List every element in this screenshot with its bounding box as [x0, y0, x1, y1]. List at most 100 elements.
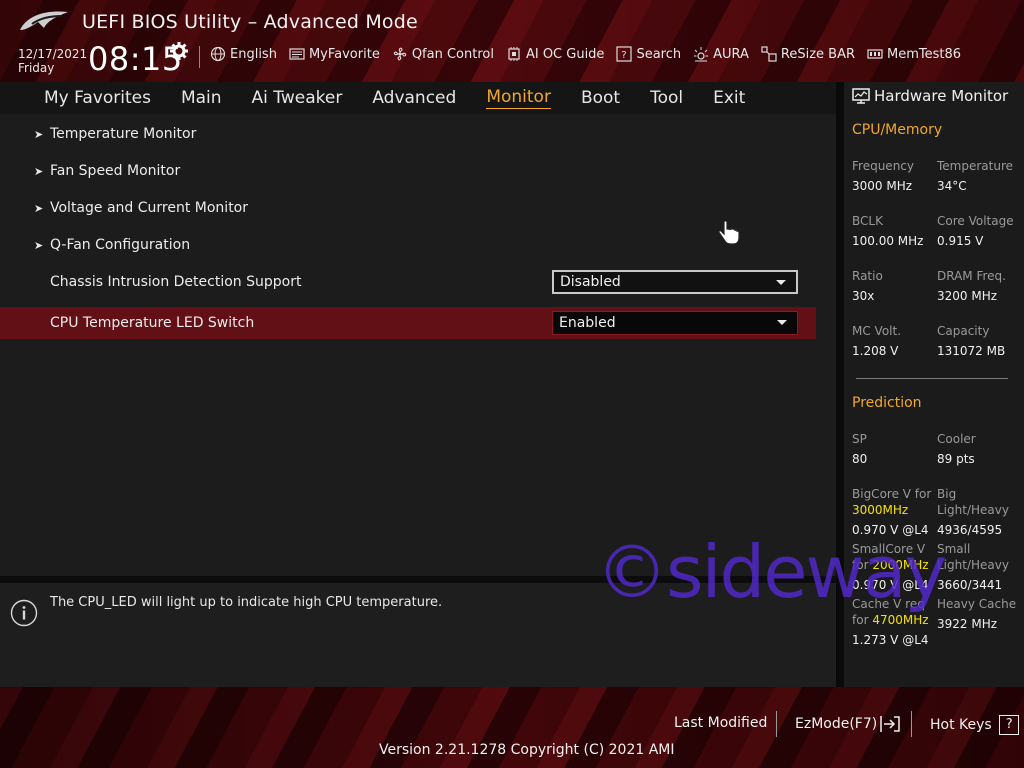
- hw-small-light-heavy: Small Light/Heavy 3660/3441: [937, 541, 1009, 593]
- hw-bclk: BCLK 100.00 MHz: [852, 213, 923, 249]
- hw-divider: [856, 378, 1008, 379]
- hw-value: 100.00 MHz: [852, 234, 924, 248]
- toolbar-aura[interactable]: AURA: [693, 46, 749, 62]
- submenu-fan-speed-monitor[interactable]: ➤ Fan Speed Monitor: [0, 155, 816, 187]
- submenu-temperature-monitor[interactable]: ➤ Temperature Monitor: [0, 118, 816, 150]
- submenu-arrow-icon: ➤: [34, 201, 44, 215]
- favorite-list-icon: [289, 48, 305, 60]
- hw-key: BigCore V for: [852, 487, 932, 501]
- hw-value: 3000 MHz: [852, 179, 913, 193]
- submenu-label: Fan Speed Monitor: [50, 163, 181, 179]
- toolbar-label: Search: [636, 46, 682, 62]
- hw-key: for: [852, 613, 869, 627]
- hw-freq-highlight: 4700MHz: [872, 613, 929, 627]
- submenu-label: Voltage and Current Monitor: [50, 200, 249, 216]
- help-divider: [0, 576, 838, 583]
- hardware-monitor-label: Hardware Monitor: [874, 87, 1009, 105]
- toolbar-label: English: [230, 46, 277, 62]
- hw-key: SP: [852, 432, 867, 446]
- hw-key: Small: [937, 542, 971, 556]
- toolbar-search[interactable]: ? Search: [616, 46, 681, 62]
- toolbar-ai-oc-guide[interactable]: AI OC Guide: [506, 46, 604, 62]
- hw-key: Temperature: [937, 159, 1014, 173]
- hw-value: 80: [852, 452, 868, 466]
- exit-arrow-icon: [880, 716, 900, 732]
- tab-my-favorites[interactable]: My Favorites: [44, 88, 151, 108]
- toolbar-qfan-control[interactable]: Qfan Control: [392, 46, 494, 62]
- ezmode-label: EzMode(F7): [795, 716, 878, 732]
- header-bar: UEFI BIOS Utility – Advanced Mode 12/17/…: [0, 0, 1024, 82]
- main-nav: My Favorites Main Ai Tweaker Advanced Mo…: [0, 82, 838, 114]
- hw-cooler: Cooler 89 pts: [937, 431, 976, 467]
- help-panel: The CPU_LED will light up to indicate hi…: [0, 583, 838, 687]
- gear-icon[interactable]: [170, 42, 188, 60]
- hw-key: Frequency: [852, 159, 914, 173]
- hw-key: Big: [937, 487, 957, 501]
- hw-key: BCLK: [852, 214, 883, 228]
- hardware-monitor-title: Hardware Monitor: [852, 87, 1008, 105]
- submenu-voltage-current-monitor[interactable]: ➤ Voltage and Current Monitor: [0, 192, 816, 224]
- hw-frequency: Frequency 3000 MHz: [852, 158, 914, 194]
- rog-logo-icon: [20, 11, 68, 30]
- date-text: 12/17/2021: [18, 47, 88, 61]
- prediction-heading: Prediction: [852, 395, 922, 411]
- toolbar-myfavorite[interactable]: MyFavorite: [289, 46, 380, 62]
- toolbar-resize-bar[interactable]: ReSize BAR: [761, 46, 855, 62]
- info-icon: [10, 599, 38, 627]
- hw-freq-highlight: 2000MHz: [872, 558, 929, 572]
- hw-value: 1.273 V @L4: [852, 633, 929, 647]
- setting-label: CPU Temperature LED Switch: [50, 315, 255, 331]
- toolbar-label: MyFavorite: [308, 46, 380, 62]
- question-icon: ?: [999, 715, 1020, 735]
- hw-value: 1.208 V: [852, 344, 899, 358]
- tab-advanced[interactable]: Advanced: [372, 88, 456, 108]
- hw-key: Ratio: [852, 269, 883, 283]
- hw-cache-v: Cache V req for 4700MHz 1.273 V @L4: [852, 596, 929, 648]
- hw-key: DRAM Freq.: [937, 269, 1006, 283]
- submenu-arrow-icon: ➤: [34, 164, 44, 178]
- submenu-arrow-icon: ➤: [34, 127, 44, 141]
- hw-key: MC Volt.: [852, 324, 902, 338]
- header-divider: [199, 46, 200, 68]
- tab-monitor[interactable]: Monitor: [486, 87, 551, 109]
- hw-value: 3200 MHz: [937, 289, 998, 303]
- ezmode-button[interactable]: EzMode(F7): [795, 715, 902, 733]
- hw-freq-highlight: 3000MHz: [852, 503, 909, 517]
- date-display: 12/17/2021 Friday: [18, 47, 87, 75]
- chevron-down-icon: [777, 320, 787, 325]
- toolbar-memtest86[interactable]: MemTest86: [867, 46, 961, 62]
- tab-ai-tweaker[interactable]: Ai Tweaker: [252, 88, 343, 108]
- hw-value: 131072 MB: [937, 344, 1006, 358]
- chevron-down-icon: [776, 280, 786, 285]
- hw-value: 4936/4595: [937, 523, 1003, 537]
- help-text: The CPU_LED will light up to indicate hi…: [50, 595, 443, 610]
- tab-boot[interactable]: Boot: [581, 88, 620, 108]
- hw-key: Light/Heavy: [937, 558, 1009, 572]
- cpu-temp-led-dropdown[interactable]: Enabled: [552, 311, 798, 335]
- toolbar-english[interactable]: English: [210, 46, 277, 62]
- submenu-label: Q-Fan Configuration: [50, 237, 191, 253]
- hot-keys-button[interactable]: Hot Keys ?: [930, 715, 1020, 735]
- hw-temperature: Temperature 34°C: [937, 158, 1013, 194]
- submenu-q-fan-configuration[interactable]: ➤ Q-Fan Configuration: [0, 229, 816, 261]
- version-text: Version 2.21.1278 Copyright (C) 2021 AMI: [379, 742, 675, 758]
- hw-key: for: [852, 558, 869, 572]
- hw-value: 0.970 V @L4: [852, 523, 929, 537]
- hw-bigcore-v: BigCore V for 3000MHz 0.970 V @L4: [852, 486, 931, 538]
- hw-capacity: Capacity 131072 MB: [937, 323, 1005, 359]
- day-text: Friday: [18, 61, 55, 75]
- tab-main[interactable]: Main: [181, 88, 222, 108]
- tab-exit[interactable]: Exit: [713, 88, 745, 108]
- hw-dram-freq: DRAM Freq. 3200 MHz: [937, 268, 1006, 304]
- hw-heavy-cache: Heavy Cache 3922 MHz: [937, 596, 1016, 632]
- chassis-intrusion-dropdown[interactable]: Disabled: [552, 270, 798, 294]
- hw-value: 89 pts: [937, 452, 975, 466]
- setting-chassis-intrusion: Chassis Intrusion Detection Support Disa…: [0, 266, 816, 298]
- footer-divider: [911, 711, 912, 737]
- last-modified-button[interactable]: Last Modified: [674, 715, 767, 731]
- hw-key: Cooler: [937, 432, 976, 446]
- footer-divider: [776, 711, 777, 737]
- hw-sp: SP 80: [852, 431, 867, 467]
- hw-big-light-heavy: Big Light/Heavy 4936/4595: [937, 486, 1009, 538]
- tab-tool[interactable]: Tool: [650, 88, 683, 108]
